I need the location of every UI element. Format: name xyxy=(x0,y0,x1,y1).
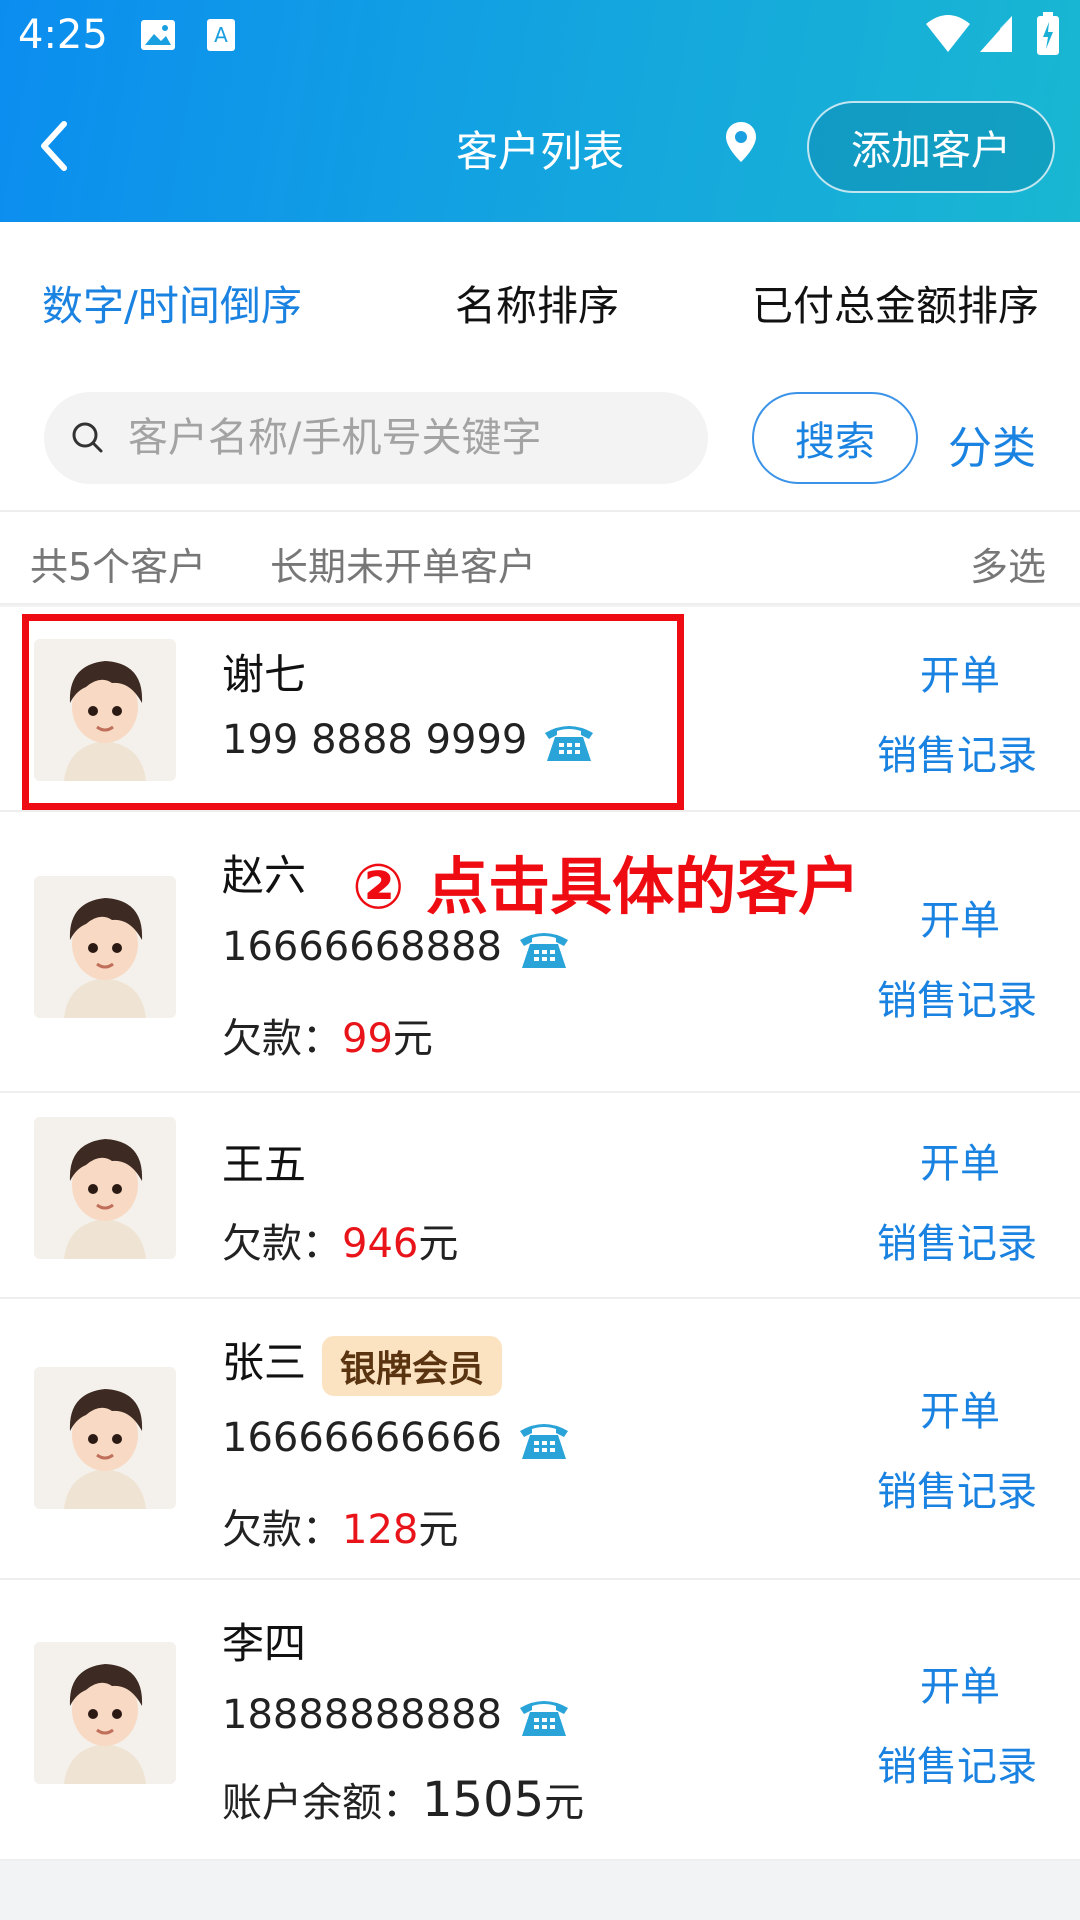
avatar-image xyxy=(34,876,176,1018)
customer-name-with-badge: 张三 银牌会员 xyxy=(222,1329,503,1396)
debt-label: 欠款： xyxy=(222,1016,342,1062)
phone-number: 16666668888 xyxy=(222,924,502,970)
sales-record-link[interactable]: 销售记录 xyxy=(877,968,1037,1026)
telephone-icon[interactable] xyxy=(516,1419,572,1461)
debt-amount: 946 xyxy=(342,1221,419,1267)
search-button[interactable]: 搜索 xyxy=(752,392,918,484)
avatar xyxy=(34,1642,176,1784)
debt-label: 欠款： xyxy=(222,1507,342,1553)
customer-count: 共5个客户 xyxy=(30,545,207,589)
phone-number: 16666666666 xyxy=(222,1415,502,1461)
status-bar: 4:25 A xyxy=(0,0,1080,72)
balance-label: 账户余额： xyxy=(222,1780,422,1826)
customer-phone: 18888888888 xyxy=(222,1692,572,1738)
svg-text:A: A xyxy=(214,23,228,47)
customer-row[interactable]: 李四 18888888888 账户余额：1505元 开单 销售记录 xyxy=(0,1580,1080,1861)
currency-unit: 元 xyxy=(418,1221,459,1267)
status-time: 4:25 xyxy=(18,12,108,58)
avatar xyxy=(34,1117,176,1259)
telephone-icon[interactable] xyxy=(516,1696,572,1738)
battery-icon xyxy=(1037,12,1059,55)
signal-icon xyxy=(980,16,1012,52)
customer-phone: 16666668888 xyxy=(222,924,572,970)
member-badge: 银牌会员 xyxy=(322,1335,503,1396)
annotation-text: ② 点击具体的客户 xyxy=(352,850,861,923)
open-order-link[interactable]: 开单 xyxy=(920,1131,1000,1189)
gallery-icon xyxy=(141,20,175,50)
search-icon xyxy=(72,422,103,453)
currency-unit: 元 xyxy=(392,1016,433,1062)
currency-unit: 元 xyxy=(418,1507,459,1553)
tab-sort-paid[interactable]: 已付总金额排序 xyxy=(752,272,1039,332)
balance-amount: 1505 xyxy=(422,1772,545,1828)
app-header: 4:25 A 客户列表 添加客户 xyxy=(0,0,1080,222)
avatar-image xyxy=(34,1117,176,1259)
customer-phone: 16666666666 xyxy=(222,1415,572,1461)
highlight-box xyxy=(22,614,684,810)
avatar-image xyxy=(34,1642,176,1784)
customer-debt: 欠款：128元 xyxy=(222,1497,458,1555)
open-order-link[interactable]: 开单 xyxy=(920,888,1000,946)
customer-name: 张三 xyxy=(222,1338,307,1387)
customer-debt: 欠款：946元 xyxy=(222,1211,458,1269)
sales-record-link[interactable]: 销售记录 xyxy=(877,1211,1037,1269)
open-order-link[interactable]: 开单 xyxy=(920,1654,1000,1712)
customer-name: 赵六 xyxy=(222,851,307,900)
customer-name: 王五 xyxy=(222,1140,307,1189)
tab-sort-time[interactable]: 数字/时间倒序 xyxy=(42,272,302,332)
location-pin-icon[interactable] xyxy=(724,120,758,164)
debt-amount: 128 xyxy=(342,1507,419,1553)
customer-debt: 欠款：99元 xyxy=(222,1006,433,1064)
debt-amount: 99 xyxy=(342,1016,393,1062)
customer-row[interactable]: 王五 欠款：946元 开单 销售记录 xyxy=(0,1093,1080,1299)
debt-label: 欠款： xyxy=(222,1221,342,1267)
customer-row[interactable]: 张三 银牌会员 16666666666 欠款：128元 开单 销售记录 xyxy=(0,1299,1080,1580)
customer-balance: 账户余额：1505元 xyxy=(222,1770,584,1828)
phone-number: 18888888888 xyxy=(222,1692,502,1738)
text-notification-icon: A xyxy=(207,19,235,51)
currency-unit: 元 xyxy=(544,1780,585,1826)
tab-sort-name[interactable]: 名称排序 xyxy=(455,272,619,332)
sort-tabs: 数字/时间倒序 名称排序 已付总金额排序 xyxy=(0,222,1080,372)
sales-record-link[interactable]: 销售记录 xyxy=(877,723,1037,781)
avatar xyxy=(34,876,176,1018)
open-order-link[interactable]: 开单 xyxy=(920,643,1000,701)
category-button[interactable]: 分类 xyxy=(948,412,1036,476)
search-field[interactable] xyxy=(44,392,708,484)
add-customer-button[interactable]: 添加客户 xyxy=(807,101,1055,193)
multi-select-button[interactable]: 多选 xyxy=(970,536,1046,591)
telephone-icon[interactable] xyxy=(516,928,572,970)
sales-record-link[interactable]: 销售记录 xyxy=(877,1734,1037,1792)
inactive-customers-filter[interactable]: 长期未开单客户 xyxy=(270,536,536,591)
wifi-icon xyxy=(926,15,970,52)
search-bar: 搜索 分类 xyxy=(0,372,1080,510)
open-order-link[interactable]: 开单 xyxy=(920,1379,1000,1437)
customer-name: 李四 xyxy=(222,1619,307,1668)
avatar xyxy=(34,1367,176,1509)
sales-record-link[interactable]: 销售记录 xyxy=(877,1459,1037,1517)
search-input[interactable] xyxy=(128,415,688,461)
list-summary: 共5个客户 长期未开单客户 多选 xyxy=(0,510,1080,605)
avatar-image xyxy=(34,1367,176,1509)
